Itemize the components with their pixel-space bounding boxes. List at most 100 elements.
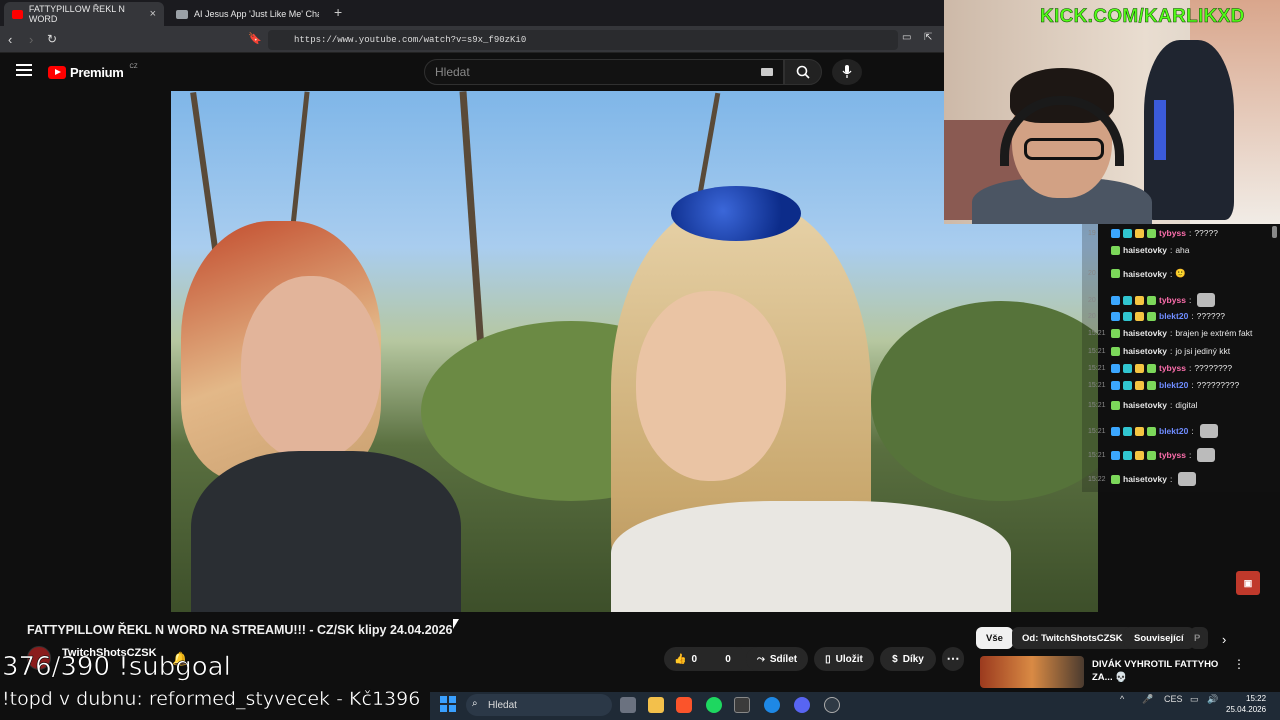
tray-expand-icon[interactable]: ^ bbox=[1120, 694, 1124, 704]
chat-username[interactable]: haisetovky bbox=[1123, 346, 1167, 356]
chat-timestamp: 20 bbox=[1088, 296, 1096, 304]
chat-username[interactable]: haisetovky bbox=[1123, 269, 1167, 279]
chat-username[interactable]: tybyss bbox=[1159, 228, 1186, 238]
chat-username[interactable]: haisetovky bbox=[1123, 474, 1167, 484]
chat-timestamp: 19 bbox=[1088, 229, 1096, 237]
chip-partial[interactable]: P bbox=[1190, 627, 1208, 649]
chat-badge-icon bbox=[1111, 400, 1120, 410]
tray-mic-icon[interactable]: 🎤 bbox=[1142, 694, 1153, 705]
windows-start-icon[interactable] bbox=[440, 696, 456, 712]
chat-badge-icon bbox=[1135, 228, 1144, 238]
chat-scrollbar[interactable] bbox=[1272, 226, 1277, 238]
chat-badge-icon bbox=[1111, 426, 1120, 436]
keyboard-icon[interactable] bbox=[761, 68, 773, 76]
chat-username[interactable]: tybyss bbox=[1159, 363, 1186, 373]
chat-text: ?????? bbox=[1196, 311, 1226, 321]
file-explorer-icon[interactable] bbox=[648, 697, 664, 713]
chat-badge-icon bbox=[1147, 228, 1156, 238]
chat-timestamp: 20 bbox=[1088, 270, 1096, 277]
taskbar-search-icon: ⌕ bbox=[472, 698, 478, 709]
chat-username[interactable]: haisetovky bbox=[1123, 245, 1167, 255]
search-input[interactable]: Hledat bbox=[424, 59, 784, 85]
task-view-icon[interactable] bbox=[620, 697, 636, 713]
search-icon bbox=[796, 65, 810, 79]
spotify-icon[interactable] bbox=[706, 697, 722, 713]
brave-browser-icon[interactable] bbox=[676, 697, 692, 713]
recommended-thumbnail[interactable] bbox=[980, 656, 1084, 688]
system-clock[interactable]: 15:22 25.04.2026 bbox=[1226, 693, 1266, 715]
app-icon[interactable] bbox=[734, 697, 750, 713]
chat-username[interactable]: blekt20 bbox=[1159, 311, 1188, 321]
chat-username[interactable]: haisetovky bbox=[1123, 328, 1167, 338]
chat-badge-icon bbox=[1111, 380, 1120, 390]
hamburger-menu-icon[interactable] bbox=[16, 64, 32, 76]
new-tab-icon[interactable]: + bbox=[334, 4, 342, 20]
volume-icon[interactable]: 🔊 bbox=[1207, 694, 1218, 705]
chat-badge-icon bbox=[1111, 269, 1120, 278]
thanks-icon: $ bbox=[892, 653, 898, 665]
search-button[interactable] bbox=[784, 59, 822, 85]
chat-timestamp: 15:22 bbox=[1088, 475, 1106, 483]
obs-icon[interactable] bbox=[824, 697, 840, 713]
back-icon[interactable]: ‹ bbox=[8, 32, 12, 47]
forward-icon[interactable]: › bbox=[29, 32, 33, 47]
ccleaner-icon[interactable] bbox=[764, 697, 780, 713]
chat-message: haisetovky: aha bbox=[1088, 245, 1190, 255]
chat-timestamp: 15:21 bbox=[1088, 364, 1106, 372]
recommended-menu-icon[interactable]: ⋮ bbox=[1233, 657, 1245, 671]
youtube-premium-logo[interactable]: Premium CZ bbox=[48, 63, 138, 80]
chat-separator: : bbox=[1169, 245, 1173, 255]
dislike-button[interactable]: 0 bbox=[708, 647, 748, 671]
share-icon: ⤳ bbox=[756, 653, 765, 665]
chat-username[interactable]: tybyss bbox=[1159, 295, 1186, 305]
chat-separator: : bbox=[1169, 328, 1173, 338]
network-icon[interactable]: ▭ bbox=[1190, 694, 1199, 705]
voice-search-button[interactable] bbox=[832, 59, 862, 85]
thanks-button[interactable]: $ Díky bbox=[880, 647, 936, 671]
chat-message: 15:21 haisetovky: jo jsi jediný kkt bbox=[1088, 346, 1230, 356]
chip-all[interactable]: Vše bbox=[976, 627, 1013, 649]
chat-username[interactable]: tybyss bbox=[1159, 450, 1186, 460]
chat-username[interactable]: blekt20 bbox=[1159, 426, 1188, 436]
chat-timestamp: 15:21 bbox=[1088, 401, 1106, 409]
share-label: Sdílet bbox=[769, 653, 798, 665]
recommended-title[interactable]: DIVÁK VYHROTIL FATTYHO ZA... 💀 bbox=[1092, 658, 1222, 684]
bookmark-icon[interactable]: 🔖 bbox=[248, 32, 262, 45]
chat-separator: : bbox=[1169, 400, 1173, 410]
chat-username[interactable]: haisetovky bbox=[1123, 400, 1167, 410]
chat-badge-icon bbox=[1123, 450, 1132, 460]
topd-overlay: !topd v dubnu: reformed_styvecek - Kč139… bbox=[2, 688, 421, 710]
chat-badge-icon bbox=[1147, 450, 1156, 460]
chat-username[interactable]: blekt20 bbox=[1159, 380, 1188, 390]
url-field[interactable]: https://www.youtube.com/watch?v=s9x_f90z… bbox=[268, 30, 898, 50]
chips-next-icon[interactable]: › bbox=[1222, 632, 1226, 647]
chat-badge-icon bbox=[1123, 363, 1132, 373]
tab-active[interactable]: FATTYPILLOW ŘEKL N WORD × bbox=[4, 2, 164, 26]
chat-timestamp: 20 bbox=[1088, 312, 1096, 320]
language-indicator[interactable]: CES bbox=[1164, 694, 1183, 704]
share-button[interactable]: ⤳ Sdílet bbox=[746, 647, 808, 671]
chat-message: 15:21 haisetovky: brajen je extrém fakt bbox=[1088, 328, 1252, 338]
chat-separator: : bbox=[1169, 268, 1173, 279]
region-code: CZ bbox=[129, 63, 138, 70]
dislike-count: 0 bbox=[725, 653, 731, 665]
cast-icon[interactable]: ▭ bbox=[902, 32, 911, 43]
more-actions-icon[interactable]: ⋯ bbox=[942, 647, 964, 671]
discord-icon[interactable] bbox=[794, 697, 810, 713]
share-page-icon[interactable]: ⇱ bbox=[924, 32, 932, 43]
chat-emote-icon bbox=[1197, 448, 1216, 462]
like-count: 0 bbox=[691, 653, 698, 665]
chip-from-channel[interactable]: Od: TwitchShotsCZSK bbox=[1012, 627, 1133, 649]
person-left bbox=[171, 221, 471, 612]
chat-timestamp: 15:21 bbox=[1088, 347, 1106, 355]
taskbar-search[interactable]: Hledat bbox=[466, 694, 612, 716]
close-tab-icon[interactable]: × bbox=[150, 8, 156, 20]
kick-url-overlay: KICK.COM/KARLIKXD bbox=[1040, 6, 1245, 28]
chip-related[interactable]: Související bbox=[1124, 627, 1194, 649]
chat-message: 15:21 tybyss: bbox=[1088, 448, 1216, 462]
tab-inactive[interactable]: AI Jesus App 'Just Like Me' Charges $ bbox=[168, 2, 328, 26]
chat-badge-icon bbox=[1111, 311, 1120, 321]
thumbs-up-icon: 👍 bbox=[674, 653, 687, 665]
save-button[interactable]: ▯ Uložit bbox=[814, 647, 874, 671]
reload-icon[interactable]: ↻ bbox=[47, 32, 57, 46]
